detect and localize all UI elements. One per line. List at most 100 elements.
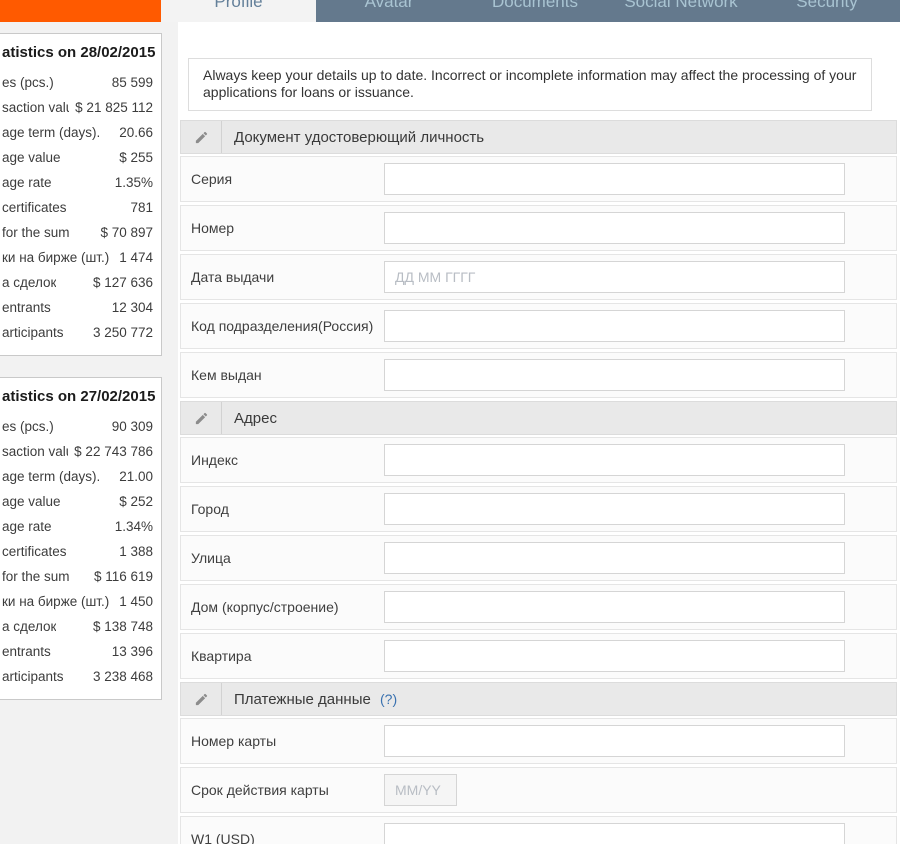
- stat-value: $ 116 619: [93, 569, 153, 584]
- form-field-row: Город: [180, 486, 897, 532]
- stat-row: articipants 3 238 468: [2, 664, 153, 689]
- stat-value: 1.34%: [114, 519, 153, 534]
- form-field-row: Индекс: [180, 437, 897, 483]
- form-field-row: W1 (USD): [180, 816, 897, 844]
- stat-row: ки на бирже (шт.) 1 450: [2, 589, 153, 614]
- stat-label: es (pcs.): [2, 419, 54, 434]
- stat-value: $ 21 825 112: [75, 100, 153, 115]
- tab-security[interactable]: Security: [754, 0, 900, 22]
- stat-row: а сделок $ 138 748: [2, 614, 153, 639]
- stat-label: а сделок: [2, 619, 57, 634]
- form-field-row: Улица: [180, 535, 897, 581]
- stat-value: 1 388: [119, 544, 153, 559]
- stat-label: age term (days).: [2, 469, 101, 484]
- tab-label: Security: [796, 0, 858, 11]
- sections-host: Документ удостоверющий личность Серия Но…: [180, 120, 897, 844]
- stat-row: age value $ 252: [2, 489, 153, 514]
- panel-title: atistics on 27/02/2015: [2, 388, 156, 405]
- form-field-row: Серия: [180, 156, 897, 202]
- statistics-panel: atistics on 27/02/2015 es (pcs.) 90 309 …: [0, 377, 162, 700]
- stat-value: 1 474: [119, 250, 153, 265]
- stat-value: $ 70 897: [100, 225, 153, 240]
- data-vydachi-input[interactable]: [384, 261, 845, 293]
- stat-row: certificates 781: [2, 195, 153, 220]
- section-header: Платежные данные (?): [180, 682, 897, 716]
- ulitsa-input[interactable]: [384, 542, 845, 574]
- stat-label: articipants: [2, 325, 64, 340]
- section-title-wrap: Адрес: [222, 410, 277, 427]
- panel-rows: es (pcs.) 85 599 saction value $ 21 825 …: [2, 70, 153, 345]
- stat-label: es (pcs.): [2, 75, 54, 90]
- stat-row: entrants 13 396: [2, 639, 153, 664]
- section-title-wrap: Документ удостоверющий личность: [222, 129, 484, 146]
- section-title: Адрес: [234, 409, 277, 427]
- help-link[interactable]: (?): [380, 691, 397, 707]
- notice-box: Always keep your details up to date. Inc…: [188, 58, 872, 111]
- field-label: Улица: [191, 550, 231, 566]
- edit-pencil-icon[interactable]: [181, 402, 222, 434]
- stat-row: for the sum $ 70 897: [2, 220, 153, 245]
- field-label: Номер карты: [191, 733, 277, 749]
- section-header: Адрес: [180, 401, 897, 435]
- nomer-input[interactable]: [384, 212, 845, 244]
- stat-row: а сделок $ 127 636: [2, 270, 153, 295]
- indeks-input[interactable]: [384, 444, 845, 476]
- dom-input[interactable]: [384, 591, 845, 623]
- stat-label: saction value: [2, 444, 68, 459]
- stat-value: $ 127 636: [92, 275, 153, 290]
- stat-value: $ 252: [119, 494, 153, 509]
- field-label: Серия: [191, 171, 233, 187]
- tab-label: Avatar: [364, 0, 414, 11]
- edit-pencil-icon[interactable]: [181, 683, 222, 715]
- tab-documents[interactable]: Documents: [462, 0, 608, 22]
- section-header: Документ удостоверющий личность: [180, 120, 897, 154]
- nomer-karty-input[interactable]: [384, 725, 845, 757]
- stat-value: $ 255: [119, 150, 153, 165]
- stat-row: articipants 3 250 772: [2, 320, 153, 345]
- stat-label: ки на бирже (шт.): [2, 594, 110, 609]
- kem-vydan-input[interactable]: [384, 359, 845, 391]
- stat-row: es (pcs.) 85 599: [2, 70, 153, 95]
- form-field-row: Код подразделения(Россия): [180, 303, 897, 349]
- field-label: Индекс: [191, 452, 239, 468]
- field-label: Квартира: [191, 648, 252, 664]
- panel-rows: es (pcs.) 90 309 saction value $ 22 743 …: [2, 414, 153, 689]
- stat-row: ки на бирже (шт.) 1 474: [2, 245, 153, 270]
- brand-orange-block: [0, 0, 161, 22]
- form-field-row: Дом (корпус/строение): [180, 584, 897, 630]
- stat-label: ки на бирже (шт.): [2, 250, 110, 265]
- seriya-input[interactable]: [384, 163, 845, 195]
- srok-deystviya-karty-input[interactable]: [384, 774, 457, 806]
- gorod-input[interactable]: [384, 493, 845, 525]
- tab-avatar[interactable]: Avatar: [316, 0, 462, 22]
- stat-label: age rate: [2, 519, 52, 534]
- tab-label: Social Network: [624, 0, 738, 11]
- field-label: Дата выдачи: [191, 269, 275, 285]
- stat-label: certificates: [2, 200, 67, 215]
- stat-value: 3 238 468: [92, 669, 153, 684]
- kod-podrazdeleniya-input[interactable]: [384, 310, 845, 342]
- edit-pencil-icon[interactable]: [181, 121, 222, 153]
- stat-label: entrants: [2, 644, 51, 659]
- field-label: Срок действия карты: [191, 782, 329, 798]
- stat-row: for the sum $ 116 619: [2, 564, 153, 589]
- kvartira-input[interactable]: [384, 640, 845, 672]
- sidebar: atistics on 28/02/2015 es (pcs.) 85 599 …: [0, 33, 162, 721]
- stat-label: for the sum: [2, 569, 70, 584]
- field-label: W1 (USD): [191, 831, 255, 844]
- tab-social-network[interactable]: Social Network: [608, 0, 754, 22]
- stat-label: age rate: [2, 175, 52, 190]
- field-label: Дом (корпус/строение): [191, 599, 339, 615]
- w1-usd-input[interactable]: [384, 823, 845, 844]
- tab-label: Documents: [492, 0, 578, 11]
- stat-row: es (pcs.) 90 309: [2, 414, 153, 439]
- stat-row: saction value $ 21 825 112: [2, 95, 153, 120]
- stat-label: articipants: [2, 669, 64, 684]
- stat-row: entrants 12 304: [2, 295, 153, 320]
- tab-profile[interactable]: Profile: [161, 0, 316, 22]
- field-label: Кем выдан: [191, 367, 262, 383]
- section-title: Платежные данные: [234, 690, 371, 708]
- stat-value: $ 22 743 786: [74, 444, 153, 459]
- stat-row: certificates 1 388: [2, 539, 153, 564]
- tab-label: Profile: [214, 0, 263, 11]
